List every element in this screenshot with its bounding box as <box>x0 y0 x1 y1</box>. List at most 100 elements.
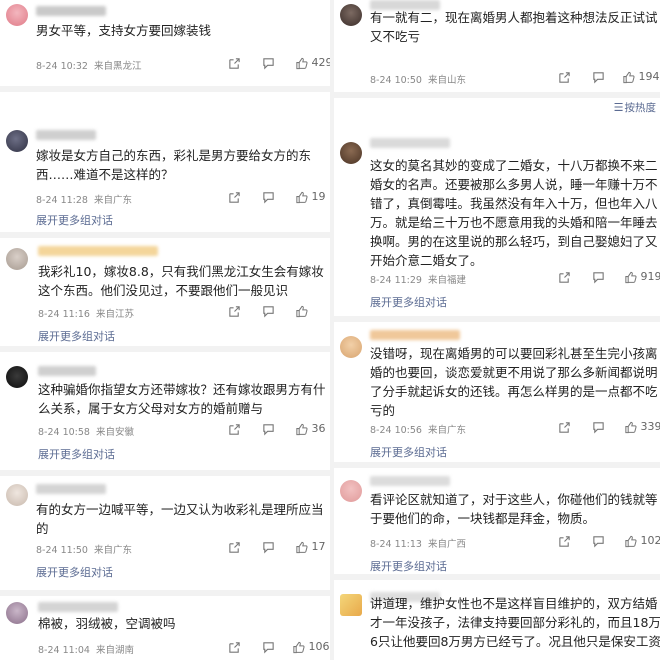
comment-meta: 8-24 10:56 来自广东 <box>370 425 466 436</box>
separator <box>0 86 330 92</box>
like-button[interactable]: 102 <box>624 534 660 548</box>
user-avatar[interactable] <box>6 130 28 152</box>
thumb-up-icon <box>625 535 637 547</box>
comment-icon[interactable] <box>592 420 605 434</box>
username-blurred[interactable] <box>36 130 96 140</box>
comment-text: 没错呀，现在离婚男的可以要回彩礼甚至生完小孩离 婚的也要回，谈恋爱就更不用说了那… <box>370 346 658 418</box>
like-button[interactable]: 1941 <box>622 70 660 84</box>
comment-item: 我彩礼10，嫁妆8.8，只有我们黑龙江女生会有嫁妆 这个东西。他们没见过，不要跟… <box>0 242 330 344</box>
user-avatar[interactable] <box>340 4 362 26</box>
share-icon[interactable] <box>228 56 241 70</box>
user-avatar[interactable] <box>340 594 362 616</box>
like-button[interactable]: 339 <box>624 420 660 434</box>
comment-item: 男女平等，支持女方要回嫁装钱 8-24 10:32 来自黑龙江 429 <box>0 0 330 80</box>
share-icon[interactable] <box>228 304 241 318</box>
expand-conversation-link[interactable]: 展开更多组对话 <box>370 558 447 574</box>
separator <box>0 590 330 596</box>
user-avatar[interactable] <box>6 4 28 26</box>
comment-item: 嫁妆是女方自己的东西，彩礼是男方要给女方的东 西……难道不是这样的？ 8-24 … <box>0 126 330 230</box>
sort-by-popularity-button[interactable]: ☰按热度 <box>614 100 656 115</box>
like-count: 17 <box>311 540 326 553</box>
user-avatar[interactable] <box>340 480 362 502</box>
user-avatar[interactable] <box>6 366 28 388</box>
comment-icon[interactable] <box>262 540 275 554</box>
comment-icon[interactable] <box>592 534 605 548</box>
comment-meta: 8-24 11:29 来自福建 <box>370 275 466 286</box>
username-blurred[interactable] <box>38 246 158 256</box>
share-icon[interactable] <box>228 422 241 436</box>
comment-icon[interactable] <box>262 56 275 70</box>
like-button[interactable]: 19 <box>295 190 326 204</box>
comment-item: 这女的莫名其妙的变成了二婚女，十八万都换不来二 婚女的名声。还要被那么多男人说，… <box>334 138 660 318</box>
comment-text: 男女平等，支持女方要回嫁装钱 <box>36 23 212 38</box>
like-count: 102 <box>640 534 660 547</box>
username-blurred[interactable] <box>36 484 106 494</box>
username-blurred[interactable] <box>38 602 118 612</box>
comment-meta: 8-24 10:50 来自山东 <box>370 75 466 86</box>
share-icon[interactable] <box>228 540 241 554</box>
comment-meta: 8-24 11:04 来自湖南 <box>38 645 134 656</box>
comment-text: 我彩礼10，嫁妆8.8，只有我们黑龙江女生会有嫁妆 这个东西。他们没见过，不要跟… <box>38 264 324 298</box>
comment-text: 看评论区就知道了，对于这些人，你碰他们的钱就等 于要他们的命，一块钱都是拜金，物… <box>370 492 658 526</box>
user-avatar[interactable] <box>6 484 28 506</box>
comment-icon[interactable] <box>262 304 275 318</box>
comment-icon[interactable] <box>262 422 275 436</box>
share-icon[interactable] <box>558 534 571 548</box>
like-button[interactable]: 17 <box>295 540 326 554</box>
user-avatar[interactable] <box>340 336 362 358</box>
like-button[interactable]: 106 <box>292 640 330 654</box>
like-button[interactable]: 429 <box>295 56 330 70</box>
comment-meta: 8-24 11:50 来自广东 <box>36 545 132 556</box>
thumb-up-icon <box>296 191 308 203</box>
comment-meta: 8-24 10:58 来自安徽 <box>38 427 134 438</box>
thumb-up-icon <box>293 641 305 653</box>
username-blurred[interactable] <box>370 138 450 148</box>
comment-item: 棉被，羽绒被，空调被吗 8-24 11:04 来自湖南 106 <box>0 598 330 660</box>
like-count: 919 <box>640 270 660 283</box>
separator <box>0 232 330 238</box>
like-button[interactable]: 919 <box>624 270 660 284</box>
username-blurred[interactable] <box>36 6 106 16</box>
comment-meta: 8-24 11:28 来自广东 <box>36 195 132 206</box>
comment-item: 有一就有二，现在离婚男人都抱着这种想法反正试试 又不吃亏 8-24 10:50 来… <box>334 0 660 92</box>
expand-conversation-link[interactable]: 展开更多组对话 <box>38 446 115 462</box>
like-button[interactable] <box>295 304 308 318</box>
separator <box>334 574 660 580</box>
like-button[interactable]: 36 <box>295 422 326 436</box>
comment-icon[interactable] <box>262 640 275 654</box>
expand-conversation-link[interactable]: 展开更多组对话 <box>36 212 113 228</box>
share-icon[interactable] <box>228 640 241 654</box>
separator <box>334 462 660 468</box>
comment-text: 棉被，羽绒被，空调被吗 <box>38 616 176 631</box>
like-count: 339 <box>640 420 660 433</box>
separator <box>0 470 330 476</box>
comment-icon[interactable] <box>592 270 605 284</box>
separator <box>334 316 660 322</box>
user-avatar[interactable] <box>6 248 28 270</box>
expand-conversation-link[interactable]: 展开更多组对话 <box>36 564 113 580</box>
separator <box>334 92 660 98</box>
thumb-up-icon <box>296 541 308 553</box>
username-blurred[interactable] <box>370 476 450 486</box>
like-count: 1941 <box>638 70 660 83</box>
comment-icon[interactable] <box>262 190 275 204</box>
sort-icon: ☰ <box>613 101 624 114</box>
share-icon[interactable] <box>558 270 571 284</box>
user-avatar[interactable] <box>6 602 28 624</box>
comment-text: 有的女方一边喊平等，一边又认为收彩礼是理所应当 的 <box>36 502 324 536</box>
expand-conversation-link[interactable]: 展开更多组对话 <box>370 294 447 310</box>
user-avatar[interactable] <box>340 142 362 164</box>
username-blurred[interactable] <box>370 330 460 340</box>
username-blurred[interactable] <box>38 366 96 376</box>
like-count: 106 <box>308 640 330 653</box>
expand-conversation-link[interactable]: 展开更多组对话 <box>38 328 115 344</box>
share-icon[interactable] <box>558 70 571 84</box>
thumb-up-icon <box>296 423 308 435</box>
share-icon[interactable] <box>558 420 571 434</box>
expand-conversation-link[interactable]: 展开更多组对话 <box>370 444 447 460</box>
thumb-up-icon <box>625 271 637 283</box>
share-icon[interactable] <box>228 190 241 204</box>
comment-icon[interactable] <box>592 70 605 84</box>
right-comment-column: 有一就有二，现在离婚男人都抱着这种想法反正试试 又不吃亏 8-24 10:50 来… <box>334 0 660 660</box>
comment-meta: 8-24 11:13 来自广西 <box>370 539 466 550</box>
